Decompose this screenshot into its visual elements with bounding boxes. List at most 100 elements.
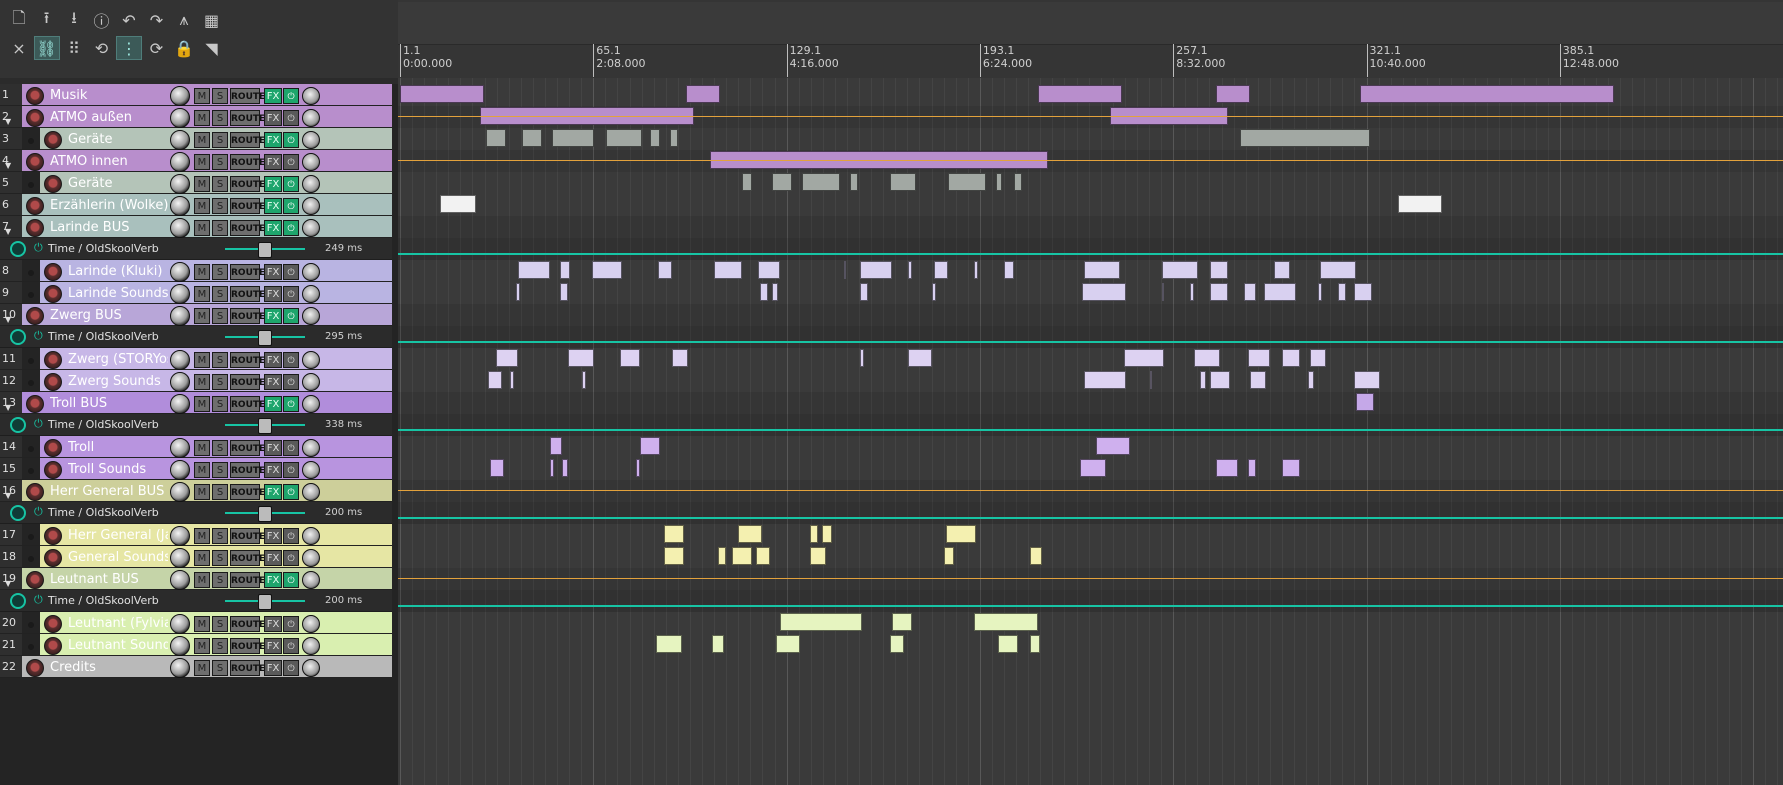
media-item[interactable] bbox=[670, 129, 678, 147]
open-project-icon[interactable]: ⭱ bbox=[34, 8, 60, 32]
pan-knob[interactable] bbox=[302, 549, 320, 567]
fx-button[interactable]: FX bbox=[264, 638, 282, 654]
mute-button[interactable]: M bbox=[194, 286, 210, 302]
undo-icon[interactable]: ↶ bbox=[116, 8, 142, 32]
route-button[interactable]: ROUTE bbox=[230, 264, 265, 280]
media-item[interactable] bbox=[946, 525, 976, 543]
mute-button[interactable]: M bbox=[194, 396, 210, 412]
media-item[interactable] bbox=[890, 173, 916, 191]
media-item[interactable] bbox=[1030, 547, 1042, 565]
media-item[interactable] bbox=[1248, 459, 1256, 477]
media-item[interactable] bbox=[1354, 371, 1380, 389]
media-item[interactable] bbox=[1310, 349, 1326, 367]
media-item[interactable] bbox=[1210, 283, 1228, 301]
media-item[interactable] bbox=[1360, 85, 1614, 103]
solo-button[interactable]: S bbox=[212, 154, 228, 170]
track-row[interactable]: 15 Troll Sounds M S ROUTE FX ⏻ bbox=[0, 458, 392, 480]
track-row[interactable]: 2 ▼ ATMO außen M S ROUTE FX ⏻ bbox=[0, 106, 392, 128]
record-arm-button[interactable] bbox=[44, 373, 62, 391]
media-item[interactable] bbox=[718, 547, 726, 565]
fx-enable-button[interactable]: ⏻ bbox=[283, 132, 299, 148]
track-row[interactable]: 4 ▼ ATMO innen M S ROUTE FX ⏻ bbox=[0, 150, 392, 172]
media-item[interactable] bbox=[1210, 371, 1230, 389]
track-name[interactable]: Leutnant Sounds bbox=[68, 638, 168, 653]
pan-knob[interactable] bbox=[302, 153, 320, 171]
media-item[interactable] bbox=[974, 613, 1038, 631]
fx-button[interactable]: FX bbox=[264, 286, 282, 302]
fx-button[interactable]: FX bbox=[264, 462, 282, 478]
project-info-icon[interactable]: ⓘ bbox=[89, 8, 115, 32]
fx-button[interactable]: FX bbox=[264, 616, 282, 632]
route-button[interactable]: ROUTE bbox=[230, 352, 265, 368]
route-button[interactable]: ROUTE bbox=[230, 396, 265, 412]
volume-knob[interactable] bbox=[170, 658, 190, 678]
media-item[interactable] bbox=[810, 525, 818, 543]
fx-enable-button[interactable]: ⏻ bbox=[283, 308, 299, 324]
track-row[interactable]: 9 Larinde Sounds M S ROUTE FX ⏻ bbox=[0, 282, 392, 304]
mute-button[interactable]: M bbox=[194, 572, 210, 588]
media-item[interactable] bbox=[850, 173, 858, 191]
mute-button[interactable]: M bbox=[194, 132, 210, 148]
media-item[interactable] bbox=[640, 437, 660, 455]
media-item[interactable] bbox=[550, 459, 554, 477]
record-arm-button[interactable] bbox=[44, 527, 62, 545]
fx-enable-button[interactable]: ⏻ bbox=[283, 220, 299, 236]
pan-knob[interactable] bbox=[302, 527, 320, 545]
media-item[interactable] bbox=[1354, 283, 1372, 301]
solo-button[interactable]: S bbox=[212, 264, 228, 280]
track-name[interactable]: ATMO innen bbox=[50, 154, 168, 169]
route-button[interactable]: ROUTE bbox=[230, 286, 265, 302]
solo-button[interactable]: S bbox=[212, 660, 228, 676]
media-item[interactable] bbox=[486, 129, 506, 147]
mute-button[interactable]: M bbox=[194, 638, 210, 654]
media-item[interactable] bbox=[656, 635, 682, 653]
fx-enable-button[interactable]: ⏻ bbox=[283, 616, 299, 632]
media-item[interactable] bbox=[568, 349, 594, 367]
save-project-icon[interactable]: ⭳ bbox=[61, 8, 87, 32]
mute-button[interactable]: M bbox=[194, 308, 210, 324]
volume-knob[interactable] bbox=[170, 108, 190, 128]
volume-envelope[interactable] bbox=[398, 160, 1783, 161]
solo-button[interactable]: S bbox=[212, 528, 228, 544]
record-arm-button[interactable] bbox=[44, 615, 62, 633]
snap-icon[interactable]: ⋮ bbox=[116, 36, 142, 60]
slider-thumb[interactable] bbox=[258, 330, 272, 346]
mute-button[interactable]: M bbox=[194, 374, 210, 390]
media-item[interactable] bbox=[1190, 283, 1194, 301]
mute-button[interactable]: M bbox=[194, 550, 210, 566]
timeline-ruler[interactable] bbox=[398, 2, 1783, 45]
media-item[interactable] bbox=[780, 613, 862, 631]
media-item[interactable] bbox=[1240, 129, 1370, 147]
fx-button[interactable]: FX bbox=[264, 528, 282, 544]
fx-enable-button[interactable]: ⏻ bbox=[283, 528, 299, 544]
fx-button[interactable]: FX bbox=[264, 220, 282, 236]
media-item[interactable] bbox=[908, 261, 912, 279]
automation-envelope[interactable] bbox=[398, 341, 1783, 343]
record-arm-button[interactable] bbox=[44, 461, 62, 479]
media-item[interactable] bbox=[1216, 459, 1238, 477]
volume-knob[interactable] bbox=[170, 196, 190, 216]
slider-thumb[interactable] bbox=[258, 594, 272, 610]
record-arm-button[interactable] bbox=[26, 659, 44, 677]
fx-bypass-toggle[interactable] bbox=[10, 593, 26, 609]
media-item[interactable] bbox=[1038, 85, 1122, 103]
media-item[interactable] bbox=[974, 261, 978, 279]
solo-button[interactable]: S bbox=[212, 638, 228, 654]
slider-thumb[interactable] bbox=[258, 242, 272, 258]
link-icon[interactable]: ⛓ bbox=[33, 36, 60, 60]
media-item[interactable] bbox=[620, 349, 640, 367]
track-row[interactable]: 21 Leutnant Sounds M S ROUTE FX ⏻ bbox=[0, 634, 392, 656]
media-item[interactable] bbox=[1150, 371, 1152, 389]
volume-envelope[interactable] bbox=[398, 578, 1783, 579]
track-name[interactable]: ATMO außen bbox=[50, 110, 168, 125]
media-item[interactable] bbox=[522, 129, 542, 147]
pan-knob[interactable] bbox=[302, 131, 320, 149]
route-button[interactable]: ROUTE bbox=[230, 660, 265, 676]
media-item[interactable] bbox=[1216, 85, 1250, 103]
media-item[interactable] bbox=[934, 261, 948, 279]
solo-button[interactable]: S bbox=[212, 462, 228, 478]
media-item[interactable] bbox=[1124, 349, 1164, 367]
route-button[interactable]: ROUTE bbox=[230, 110, 265, 126]
media-item[interactable] bbox=[1248, 349, 1270, 367]
fx-button[interactable]: FX bbox=[264, 484, 282, 500]
